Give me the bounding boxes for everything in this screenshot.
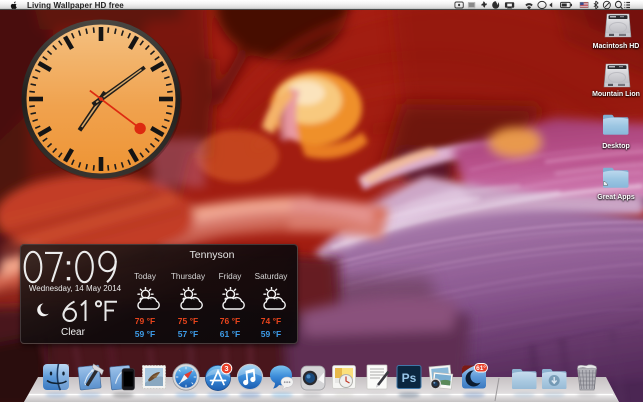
- svg-text:61°: 61°: [476, 364, 486, 372]
- svg-text:Ps: Ps: [402, 371, 417, 385]
- svg-text:3: 3: [224, 364, 228, 373]
